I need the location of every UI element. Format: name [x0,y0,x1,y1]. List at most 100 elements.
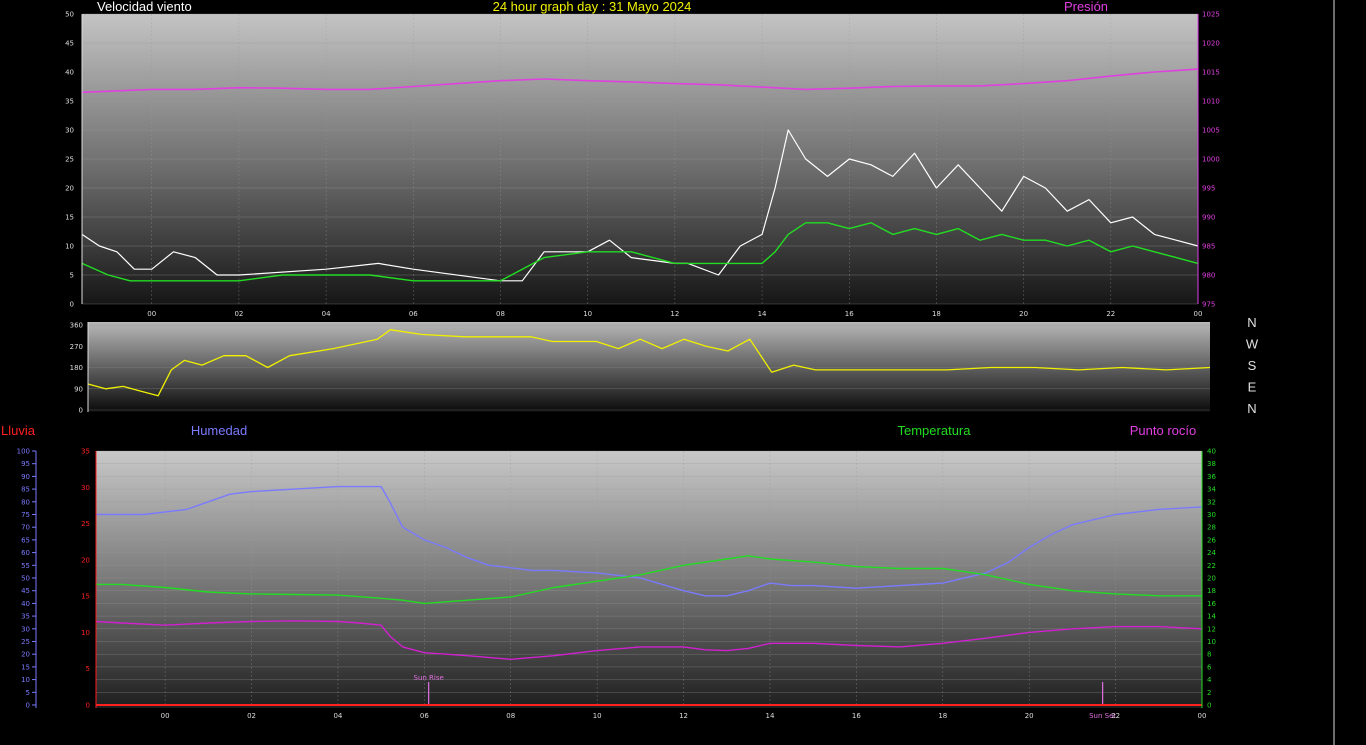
temperature-tick-label: 10 [1207,638,1216,646]
pressure-tick-label: 975 [1202,301,1215,309]
wind-tick-label: 45 [65,40,74,48]
rain-tick-label: 35 [81,448,90,456]
temp-hour-label: 02 [247,712,256,720]
temp-hour-label: 16 [852,712,861,720]
wind-hour-label: 20 [1019,310,1028,318]
humidity-tick-label: 10 [21,676,30,684]
pressure-label: Presión [1064,0,1108,14]
temperature-tick-label: 40 [1207,448,1216,456]
temperature-tick-label: 14 [1207,613,1216,621]
temperature-tick-label: 12 [1207,625,1216,633]
temp-panel-grid [96,450,1203,706]
temp-hour-label: 22 [1111,712,1120,720]
pressure-tick-label: 1025 [1202,11,1220,19]
wind-tick-label: 40 [65,69,74,77]
humidity-tick-label: 50 [21,575,30,583]
temperature-tick-label: 6 [1207,663,1212,671]
pressure-tick-label: 1000 [1202,156,1220,164]
weather-graph: 0510152025303540455097598098599099510001… [1,0,1335,745]
humidity-tick-label: 90 [21,473,30,481]
temp-hour-label: 06 [420,712,429,720]
temperature-label: Temperatura [898,423,972,438]
compass-label: N [1247,315,1256,330]
rain-tick-label: 10 [81,629,90,637]
humidity-tick-label: 35 [21,613,30,621]
humidity-tick-label: 70 [21,524,30,532]
compass-label: W [1246,337,1259,352]
humidity-tick-label: 85 [21,486,30,494]
pressure-tick-label: 1020 [1202,40,1220,48]
humidity-tick-label: 65 [21,536,30,544]
temperature-tick-label: 8 [1207,651,1211,659]
wind-tick-label: 15 [65,214,74,222]
temperature-tick-label: 38 [1207,460,1216,468]
temperature-tick-label: 28 [1207,524,1216,532]
pressure-tick-label: 995 [1202,185,1215,193]
compass-label: S [1248,358,1257,373]
pressure-tick-label: 1005 [1202,127,1220,135]
wind-speed-label: Velocidad viento [97,0,192,14]
direction-tick-label: 180 [70,364,83,372]
temperature-tick-label: 4 [1207,676,1212,684]
temp-hour-label: 14 [766,712,775,720]
humidity-tick-label: 95 [21,460,30,468]
humidity-tick-label: 30 [21,625,30,633]
temp-humidity-panel: Lluvia Humedad Temperatura Punto rocío S… [1,423,1216,720]
humidity-tick-label: 0 [26,702,30,710]
rain-label: Lluvia [1,423,36,438]
wind-tick-label: 30 [65,127,74,135]
temperature-tick-label: 26 [1207,536,1216,544]
humidity-tick-label: 40 [21,600,30,608]
humidity-tick-label: 55 [21,562,30,570]
wind-tick-label: 35 [65,98,74,106]
wind-hour-label: 18 [932,310,941,318]
temperature-tick-label: 20 [1207,575,1216,583]
wind-hour-label: 14 [758,310,767,318]
rain-tick-label: 25 [81,520,90,528]
temperature-tick-label: 34 [1207,486,1216,494]
humidity-tick-label: 100 [17,448,30,456]
temperature-tick-label: 0 [1207,702,1211,710]
temp-hour-label: 00 [161,712,170,720]
temp-hour-label: 00 [1198,712,1207,720]
wind-hour-label: 22 [1106,310,1115,318]
wind-tick-label: 20 [65,185,74,193]
rain-tick-label: 5 [86,665,90,673]
temperature-tick-label: 24 [1207,549,1216,557]
humidity-tick-label: 45 [21,587,30,595]
pressure-tick-label: 990 [1202,214,1215,222]
rain-tick-label: 0 [86,702,90,710]
temperature-tick-label: 2 [1207,689,1211,697]
direction-tick-label: 270 [70,343,83,351]
wind-tick-label: 50 [65,11,74,19]
wind-tick-label: 25 [65,156,74,164]
temp-hour-label: 20 [1025,712,1034,720]
wind-hour-label: 10 [583,310,592,318]
wind-hour-label: 12 [670,310,679,318]
temperature-tick-label: 18 [1207,587,1216,595]
graph-title: 24 hour graph day : 31 Mayo 2024 [493,0,692,14]
direction-panel-background [88,322,1210,412]
direction-tick-label: 0 [79,407,83,415]
rain-tick-label: 15 [81,593,90,601]
wind-tick-label: 10 [65,243,74,251]
humidity-tick-label: 15 [21,663,30,671]
humidity-tick-label: 20 [21,651,30,659]
pressure-tick-label: 985 [1202,243,1215,251]
direction-tick-label: 360 [70,322,83,330]
humidity-tick-label: 25 [21,638,30,646]
temp-hour-label: 12 [679,712,688,720]
humidity-tick-label: 80 [21,498,30,506]
direction-tick-label: 90 [74,385,83,393]
rain-tick-label: 30 [81,484,90,492]
humidity-tick-label: 5 [26,689,30,697]
temperature-tick-label: 16 [1207,600,1216,608]
wind-hour-label: 00 [1194,310,1203,318]
wind-tick-label: 5 [70,272,74,280]
temp-hour-label: 18 [938,712,947,720]
humidity-tick-label: 75 [21,511,30,519]
compass-labels: NWSEN [1246,315,1259,416]
wind-pressure-panel: 0510152025303540455097598098599099510001… [65,0,1220,318]
temperature-tick-label: 36 [1207,473,1216,481]
temp-hour-label: 04 [333,712,342,720]
